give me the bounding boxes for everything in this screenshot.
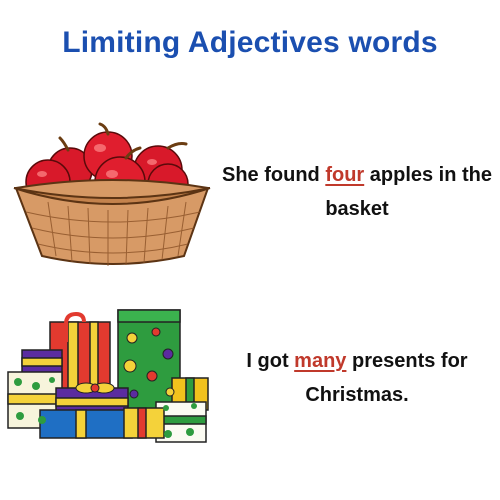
- highlighted-adjective: four: [325, 164, 365, 186]
- apple-basket-illustration: [13, 122, 211, 266]
- example-row-1: She found four apples in the basket: [0, 120, 500, 270]
- example-sentence-2: I got many presents for Christmas.: [212, 344, 500, 412]
- highlighted-adjective: many: [294, 350, 347, 372]
- example-sentence-1: She found four apples in the basket: [212, 158, 500, 226]
- sentence-text: She found: [221, 164, 326, 186]
- page-title: Limiting Adjectives words: [62, 26, 438, 59]
- christmas-presents-illustration: [7, 309, 209, 443]
- sentence-text: I got: [246, 350, 295, 372]
- example-row-2: I got many presents for Christmas.: [0, 300, 500, 450]
